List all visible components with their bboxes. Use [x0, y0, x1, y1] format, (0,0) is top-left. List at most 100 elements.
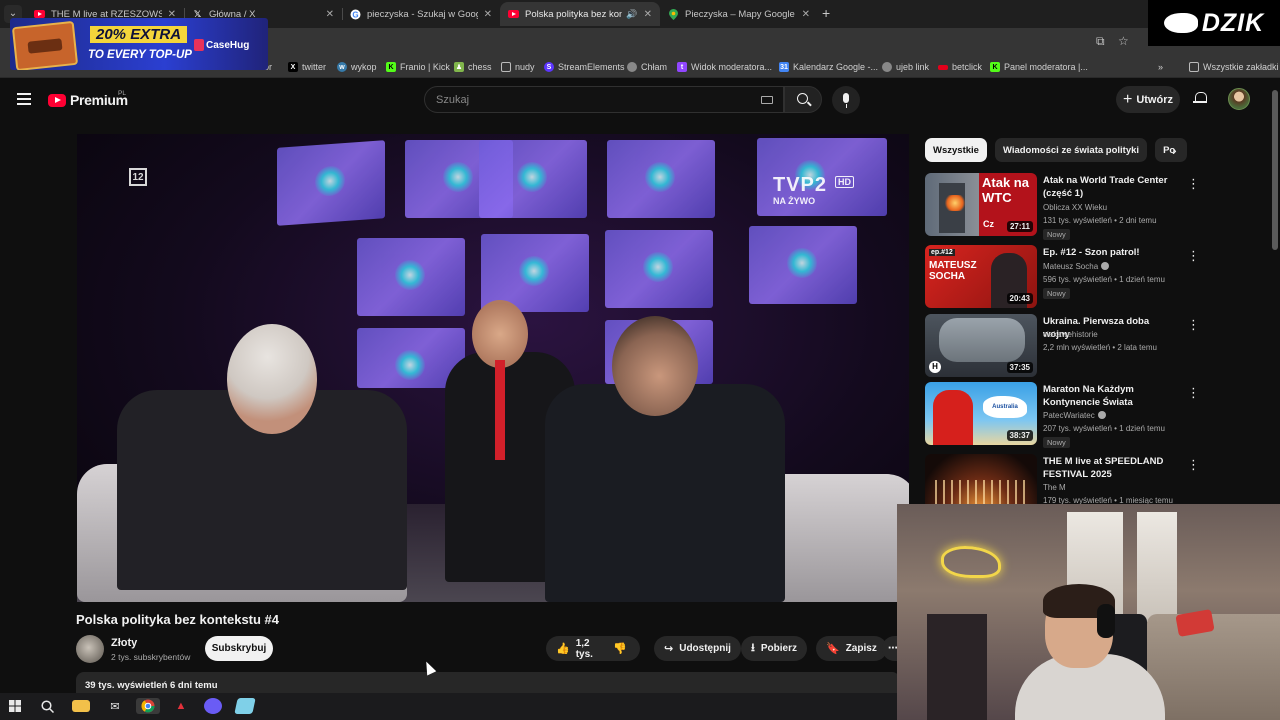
- video-title: Ep. #12 - Szon patrol!: [1043, 247, 1140, 258]
- video-meta: 207 tys. wyświetleń • 1 dzień temu: [1043, 424, 1165, 433]
- kick-icon: K: [990, 62, 1000, 72]
- more-options-icon[interactable]: ⋮: [1187, 249, 1200, 262]
- bookmark-streamelements[interactable]: S StreamElements: [544, 59, 625, 75]
- notes-app-icon[interactable]: [234, 698, 256, 714]
- casehug-ad-banner[interactable]: 20% EXTRA TO EVERY TOP-UP CaseHug: [10, 18, 268, 70]
- maps-icon: [668, 8, 679, 20]
- close-icon[interactable]: ✕: [484, 9, 492, 20]
- red-tie: [495, 360, 505, 460]
- search-button[interactable]: [784, 86, 822, 113]
- bookmark-betclick[interactable]: betclick: [938, 59, 982, 75]
- bookmark-label: nudy: [515, 62, 535, 72]
- recommended-video[interactable]: THE M live at SPEEDLAND FESTIVAL 2025 Th…: [925, 454, 1195, 504]
- globe-icon: [882, 62, 892, 72]
- mail-app-icon[interactable]: ✉: [106, 698, 124, 714]
- more-actions-icon[interactable]: ⋯: [882, 636, 897, 661]
- recommended-video[interactable]: H 37:35 Ukraina. Pierwsza doba wojny cie…: [925, 314, 1200, 378]
- create-button[interactable]: + Utwórz: [1116, 86, 1180, 113]
- chip-all[interactable]: Wszystkie: [925, 138, 987, 162]
- bookmark-label: Chłam: [641, 62, 668, 72]
- thumbnail-text: Atak na WTC: [982, 175, 1029, 205]
- thumbs-up-icon[interactable]: 👍: [556, 642, 570, 655]
- channel-name: Mateusz Socha: [1043, 262, 1110, 271]
- scrollbar-thumb[interactable]: [1272, 90, 1278, 250]
- svg-text:G: G: [352, 10, 358, 19]
- more-options-icon[interactable]: ⋮: [1187, 318, 1200, 331]
- chip-politics-news[interactable]: Wiadomości ze świata polityki: [994, 138, 1148, 162]
- bookmark-chess[interactable]: ♟ chess: [454, 59, 492, 75]
- bookmark-nudy[interactable]: nudy: [501, 59, 535, 75]
- recommended-video[interactable]: ep.#12 MATEUSZ SOCHA 20:43 Ep. #12 - Szo…: [925, 245, 1200, 309]
- bookmark-icon: 🔖: [826, 643, 840, 655]
- more-options-icon[interactable]: ⋮: [1187, 386, 1200, 399]
- chevron-right-icon[interactable]: ›: [1172, 142, 1177, 158]
- more-options-icon[interactable]: ⋮: [1187, 458, 1195, 471]
- page-scrollbar[interactable]: [1270, 80, 1280, 504]
- bookmarks-overflow-chevron-icon[interactable]: »: [1158, 59, 1163, 75]
- speaker-icon[interactable]: 🔊: [626, 9, 637, 20]
- bookmark-ujeb-link[interactable]: ujeb link: [882, 59, 929, 75]
- recommended-video[interactable]: Atak na WTC Cz 27:11 Atak na World Trade…: [925, 173, 1200, 240]
- star-bookmark-icon[interactable]: ☆: [1118, 34, 1129, 48]
- menu-icon[interactable]: [17, 93, 31, 105]
- microphone-icon[interactable]: [832, 86, 860, 114]
- bookmark-label: betclick: [952, 62, 983, 72]
- channel-watermark-icon: H: [929, 361, 941, 373]
- bookmark-wykop[interactable]: w wykop: [337, 59, 377, 75]
- browser-tab-google-search[interactable]: G pieczyska - Szukaj w Google ✕: [342, 2, 500, 26]
- video-meta: 131 tys. wyświetleń • 2 dni temu: [1043, 216, 1157, 225]
- subscribe-button[interactable]: Subskrybuj: [205, 636, 273, 661]
- save-button[interactable]: 🔖 Zapisz: [816, 636, 887, 661]
- video-player[interactable]: 12 TVP2 HD NA ŻYWO: [77, 134, 909, 602]
- bookmark-kick-mod-panel[interactable]: K Panel moderatora |...: [990, 59, 1088, 75]
- youtube-logo[interactable]: Premium: [48, 92, 128, 108]
- channel-name[interactable]: Złoty: [111, 637, 137, 649]
- keyboard-icon[interactable]: [761, 96, 773, 104]
- new-tab-plus-icon[interactable]: +: [822, 5, 830, 21]
- messenger-icon[interactable]: [204, 698, 222, 714]
- youtube-icon: [48, 93, 66, 107]
- bookmark-label: Kalendarz Google -...: [793, 62, 879, 72]
- close-icon[interactable]: ✕: [326, 9, 334, 20]
- like-count[interactable]: 1,2 tys.: [576, 638, 593, 660]
- channel-avatar[interactable]: [76, 635, 104, 663]
- google-icon: G: [350, 9, 361, 20]
- download-icon: ⭳: [751, 642, 755, 654]
- windows-start-icon[interactable]: [6, 698, 24, 714]
- notifications-bell-icon[interactable]: [1193, 91, 1207, 105]
- bookmark-franio-kick[interactable]: K Franio | Kick: [386, 59, 450, 75]
- tab-title: Polska polityka bez kontekstu #4: [525, 8, 623, 20]
- download-button[interactable]: ⭳ Pobierz: [741, 636, 807, 661]
- streamer-webcam: [897, 504, 1280, 720]
- webcam-shelf-graphic: [927, 614, 987, 720]
- ad-subline: TO EVERY TOP-UP: [88, 49, 192, 61]
- bookmark-google-calendar[interactable]: 31 Kalendarz Google -...: [779, 59, 878, 75]
- ad-brand: CaseHug: [206, 40, 250, 51]
- chrome-icon[interactable]: [136, 698, 160, 714]
- channel-name: PatecWariatec: [1043, 411, 1106, 420]
- thumbs-down-icon[interactable]: 👎: [613, 642, 627, 655]
- webcam-neon-sign-graphic: [941, 546, 1001, 578]
- install-app-icon[interactable]: ⧉: [1096, 34, 1105, 49]
- bookmark-twitter[interactable]: Xtwitter: [288, 59, 326, 75]
- more-options-icon[interactable]: ⋮: [1187, 177, 1200, 190]
- recommended-video[interactable]: Australia 38:37 Maraton Na Każdym Kontyn…: [925, 382, 1200, 448]
- browser-tab-active-video[interactable]: Polska polityka bez kontekstu #4 🔊 ✕: [500, 2, 660, 26]
- bookmark-label: Widok moderatora...: [691, 62, 773, 72]
- casehug-logo-icon: [194, 39, 204, 51]
- share-button[interactable]: ↪ Udostępnij: [654, 636, 741, 661]
- all-bookmarks-folder[interactable]: Wszystkie zakładki: [1189, 59, 1279, 75]
- file-explorer-icon[interactable]: [72, 700, 90, 712]
- bookmark-twitch-mod[interactable]: t Widok moderatora...: [677, 59, 772, 75]
- browser-tab-google-maps[interactable]: Pieczyska – Mapy Google ✕: [660, 2, 818, 26]
- avatar[interactable]: [1228, 88, 1250, 110]
- tvp-channel-logo: TVP2: [773, 174, 828, 196]
- close-icon[interactable]: ✕: [802, 9, 810, 20]
- streaming-app-icon[interactable]: ▲: [172, 698, 190, 714]
- search-icon[interactable]: [38, 698, 56, 714]
- close-icon[interactable]: ✕: [644, 9, 652, 20]
- bookmark-chlam[interactable]: Chłam: [627, 59, 667, 75]
- search-input[interactable]: [425, 87, 725, 112]
- thumbnail-text-tail: Cz: [983, 219, 994, 229]
- folder-icon: [501, 62, 511, 72]
